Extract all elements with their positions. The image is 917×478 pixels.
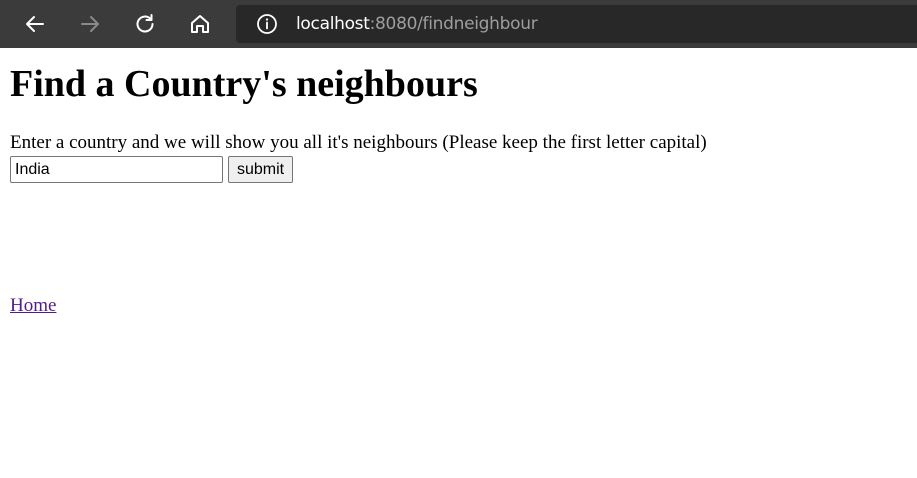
forward-button[interactable]	[73, 7, 107, 41]
reload-button[interactable]	[128, 7, 162, 41]
home-link[interactable]: Home	[10, 295, 56, 317]
reload-icon	[136, 14, 154, 33]
page-title: Find a Country's neighbours	[10, 63, 478, 105]
home-button[interactable]	[183, 7, 217, 41]
back-button[interactable]	[18, 7, 52, 41]
url-path: :8080/findneighbour	[369, 14, 538, 34]
submit-button[interactable]: submit	[228, 156, 294, 183]
forward-arrow-icon	[81, 16, 99, 32]
info-icon[interactable]	[256, 13, 278, 35]
address-bar[interactable]: localhost:8080/findneighbour	[236, 5, 917, 43]
home-icon	[191, 15, 209, 33]
url-host: localhost	[296, 14, 370, 34]
page-description: Enter a country and we will show you all…	[10, 132, 707, 153]
country-input[interactable]	[10, 156, 223, 183]
url-text[interactable]: localhost:8080/findneighbour	[296, 13, 538, 35]
back-arrow-icon	[26, 16, 44, 32]
browser-toolbar: localhost:8080/findneighbour	[0, 0, 917, 48]
